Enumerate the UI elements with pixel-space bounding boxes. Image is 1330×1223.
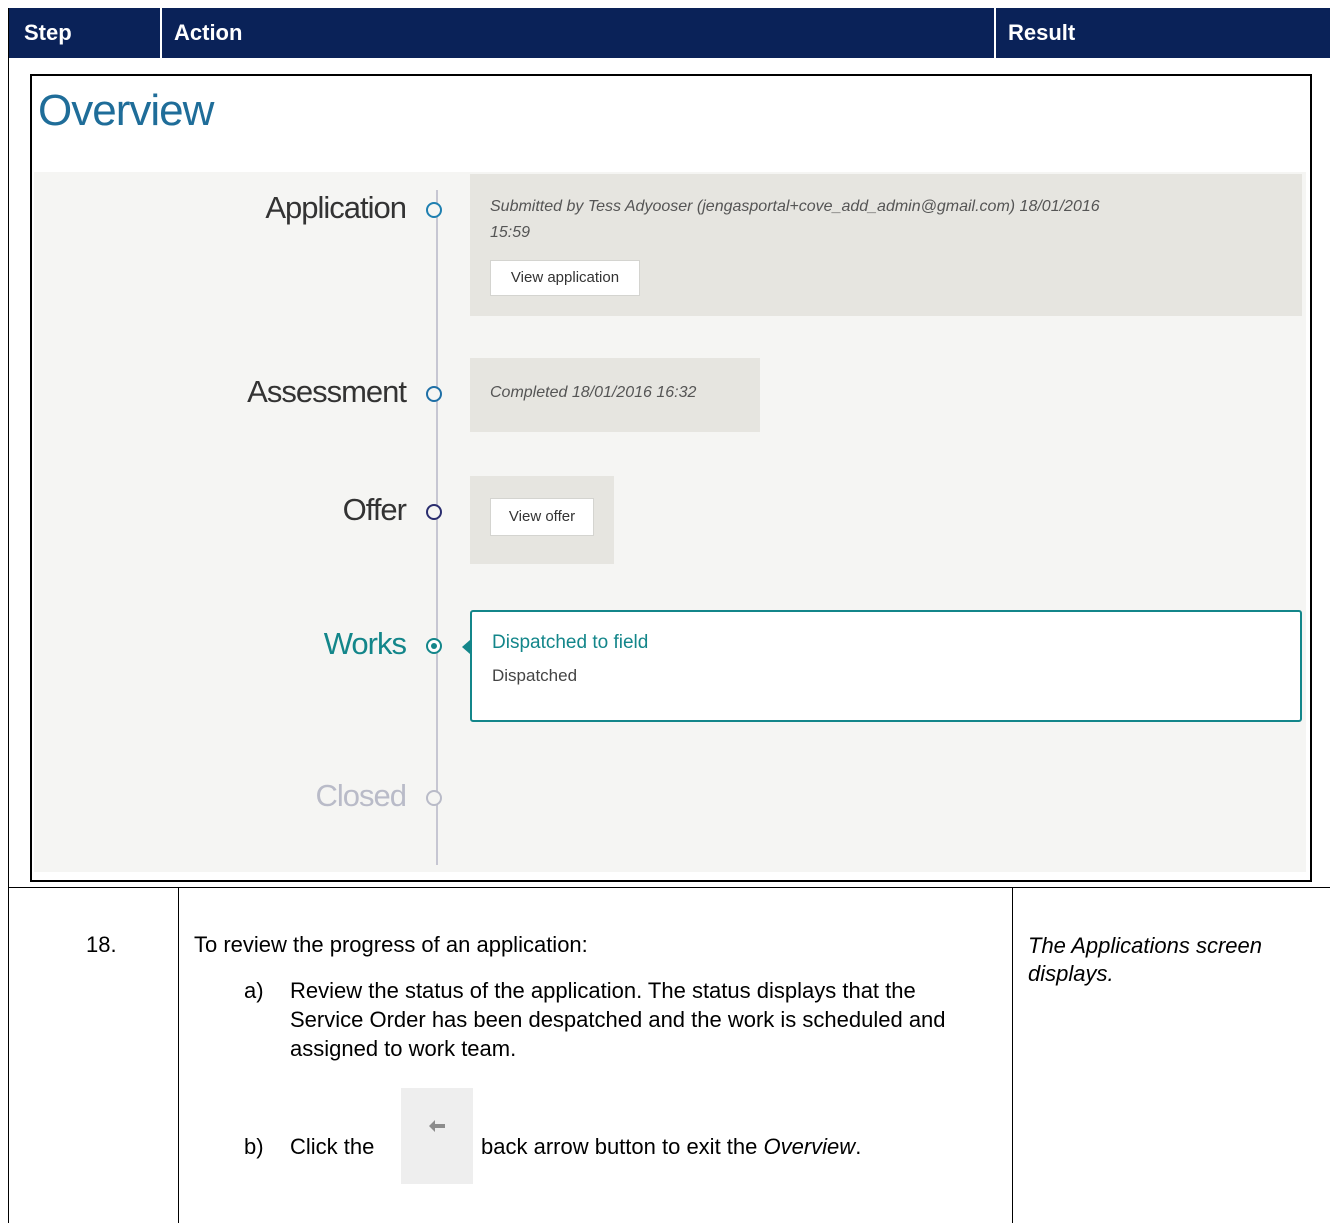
works-card-title: Dispatched to field [492,632,649,653]
step-row: 18. To review the progress of an applica… [8,888,1330,1223]
step-number: 18. [86,932,117,957]
assessment-note: Completed 18/01/2016 16:32 [490,384,697,401]
screenshot-row: Overview Application Submitted by Tess A… [8,58,1330,888]
step-node-works-icon [426,638,442,654]
back-arrow-icon [429,1120,445,1132]
works-card-status: Dispatched [492,666,578,685]
back-arrow-button[interactable] [401,1088,473,1184]
result-text: The Applications screen displays. [1028,933,1262,986]
step-node-offer-icon [426,504,442,520]
instruction-a-text: Review the status of the application. Th… [290,978,946,1061]
step-label-application: Application [265,190,407,225]
active-dot-icon [431,643,437,649]
overview-title: Overview [38,86,214,135]
instruction-b-label: b) [244,1134,264,1159]
view-offer-button[interactable]: View offer [490,498,594,536]
timeline-line [436,190,438,865]
step-label-offer: Offer [342,492,407,527]
application-card: Submitted by Tess Adyooser (jengasportal… [470,174,1302,316]
works-card: Dispatched to field Dispatched [470,610,1302,722]
application-note: Submitted by Tess Adyooser (jengasportal… [490,198,1100,241]
progress-timeline: Application Submitted by Tess Adyooser (… [34,172,1306,872]
step-node-application-icon [426,202,442,218]
step-node-closed-icon [426,790,442,806]
step-label-works: Works [323,626,407,661]
step-label-assessment: Assessment [247,374,407,409]
works-card-caret [462,640,470,654]
step-node-assessment-icon [426,386,442,402]
overview-emphasis: Overview [763,1134,856,1159]
offer-card: View offer [470,476,614,564]
instruction-a-label: a) [244,978,264,1003]
assessment-card: Completed 18/01/2016 16:32 [470,358,760,432]
instruction-intro: To review the progress of an application… [194,932,588,957]
step-label-closed: Closed [315,778,407,813]
overview-screenshot: Overview Application Submitted by Tess A… [30,74,1312,882]
instruction-b-after: back arrow button to exit the Overview. [481,1134,862,1159]
instruction-a: a) Review the status of the application.… [244,976,984,1063]
view-application-button[interactable]: View application [490,260,640,296]
instruction-b-before: Click the [290,1134,375,1159]
